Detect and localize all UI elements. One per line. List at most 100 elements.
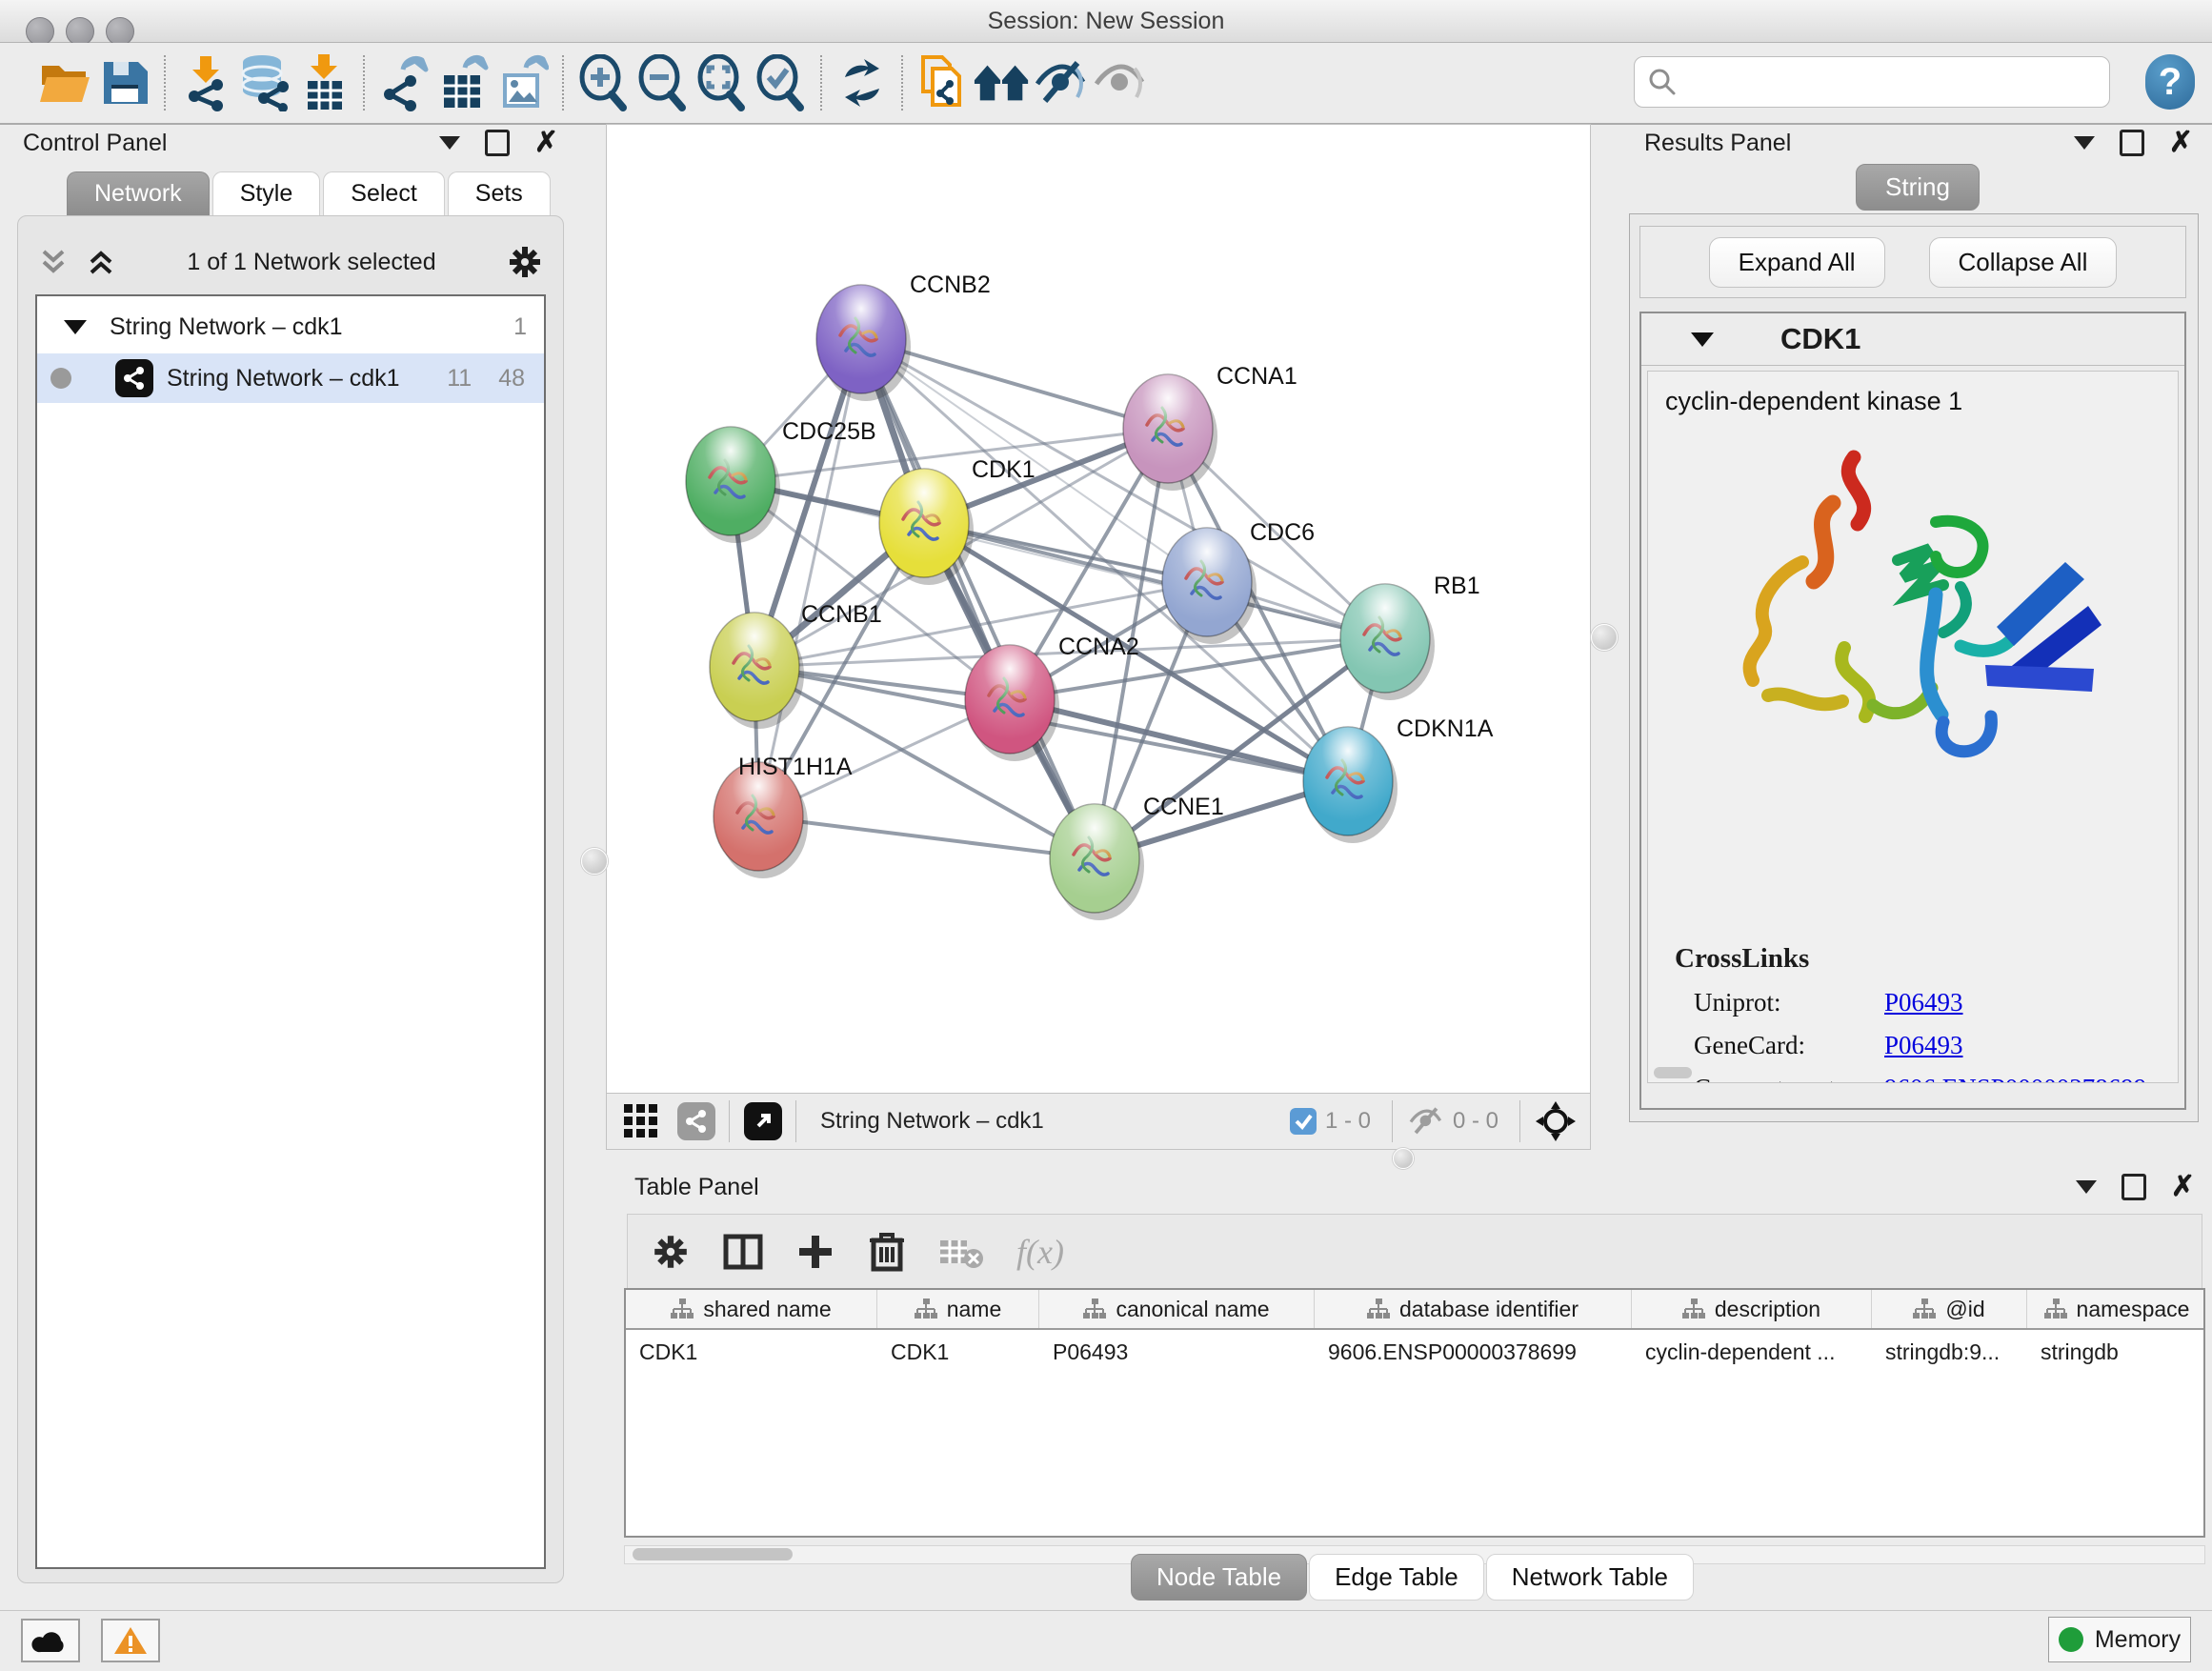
column-header-canonical-name[interactable]: canonical name: [1039, 1290, 1315, 1328]
delete-column-icon[interactable]: [868, 1231, 906, 1273]
tab-network[interactable]: Network: [67, 171, 210, 217]
close-table-icon[interactable]: ✗: [2171, 1178, 2195, 1197]
network-node-ccnb1[interactable]: CCNB1: [710, 601, 882, 729]
right-splitter-handle[interactable]: [1591, 624, 1618, 651]
search-input[interactable]: [1677, 68, 2109, 96]
zoom-out-button[interactable]: [633, 53, 693, 112]
network-node-ccnb2[interactable]: CCNB2: [816, 272, 991, 401]
import-network-file-button[interactable]: [176, 53, 235, 112]
export-network-button[interactable]: [375, 53, 434, 112]
network-node-rb1[interactable]: RB1: [1340, 573, 1480, 700]
show-columns-icon[interactable]: [723, 1232, 763, 1272]
string-tab[interactable]: String: [1856, 164, 1980, 211]
crosslink-link[interactable]: P06493: [1884, 988, 1963, 1017]
column-header-name[interactable]: name: [877, 1290, 1039, 1328]
tab-style[interactable]: Style: [212, 171, 321, 217]
hide-selected-button[interactable]: [1032, 53, 1091, 112]
cloud-status-button[interactable]: [21, 1619, 80, 1662]
birdseye-crosshair-icon[interactable]: [1535, 1100, 1577, 1142]
column-header-shared-name[interactable]: shared name: [626, 1290, 877, 1328]
network-edge[interactable]: [758, 816, 1095, 858]
table-cell[interactable]: stringdb:9...: [1872, 1330, 2027, 1374]
left-splitter-handle[interactable]: [581, 848, 608, 875]
grid-view-icon[interactable]: [622, 1102, 660, 1140]
gene-entry: CDK1 cyclin-dependent kinase 1: [1639, 312, 2186, 1110]
bottom-splitter-handle[interactable]: [1393, 1148, 1414, 1169]
help-button[interactable]: ?: [2145, 54, 2195, 110]
expand-all-icon[interactable]: [85, 246, 117, 278]
table-row[interactable]: CDK1CDK1P064939606.ENSP00000378699cyclin…: [626, 1330, 2203, 1374]
collapse-entry-icon[interactable]: [1691, 332, 1714, 347]
import-table-file-button[interactable]: [294, 53, 353, 112]
apply-layout-button[interactable]: [833, 53, 892, 112]
title-bar: Session: New Session: [0, 0, 2212, 43]
gear-icon[interactable]: [506, 243, 544, 281]
zoom-selected-button[interactable]: [752, 53, 811, 112]
node-table[interactable]: shared namenamecanonical namedatabase id…: [624, 1288, 2205, 1538]
column-header--id[interactable]: @id: [1872, 1290, 2027, 1328]
table-cell[interactable]: stringdb: [2027, 1330, 2205, 1374]
table-cell[interactable]: 9606.ENSP00000378699: [1315, 1330, 1632, 1374]
tab-edge-table[interactable]: Edge Table: [1309, 1554, 1484, 1601]
dock-table-icon[interactable]: [2122, 1174, 2146, 1200]
network-collection-row[interactable]: String Network – cdk1 1: [37, 302, 544, 352]
network-row-selected[interactable]: String Network – cdk1 11 48: [37, 353, 544, 403]
import-network-icon: [179, 54, 232, 111]
tab-select[interactable]: Select: [323, 171, 444, 217]
show-all-button[interactable]: [1091, 53, 1150, 112]
column-header-database-identifier[interactable]: database identifier: [1315, 1290, 1632, 1328]
dock-panel-icon[interactable]: [485, 130, 510, 156]
table-gear-icon[interactable]: [651, 1232, 691, 1272]
export-image-button[interactable]: [493, 53, 553, 112]
tab-network-table[interactable]: Network Table: [1486, 1554, 1694, 1601]
gene-symbol: CDK1: [1780, 322, 1860, 356]
save-session-button[interactable]: [95, 53, 154, 112]
network-node-cdkn1a[interactable]: CDKN1A: [1303, 715, 1494, 843]
table-cell[interactable]: CDK1: [877, 1330, 1039, 1374]
warnings-button[interactable]: [101, 1619, 160, 1662]
clone-network-button[interactable]: [914, 53, 973, 112]
float-table-icon[interactable]: [2076, 1180, 2097, 1194]
first-neighbors-button[interactable]: [973, 53, 1032, 112]
open-session-button[interactable]: [36, 53, 95, 112]
network-node-cdc6[interactable]: CDC6: [1162, 519, 1315, 644]
float-panel-icon[interactable]: [439, 136, 460, 150]
network-edge[interactable]: [861, 339, 1095, 858]
column-header-description[interactable]: description: [1632, 1290, 1872, 1328]
float-results-icon[interactable]: [2074, 136, 2095, 150]
close-panel-icon[interactable]: ✗: [534, 133, 558, 152]
close-results-icon[interactable]: ✗: [2169, 133, 2193, 152]
zoom-fit-button[interactable]: [693, 53, 752, 112]
expand-all-button[interactable]: Expand All: [1709, 237, 1885, 288]
collapse-all-icon[interactable]: [37, 246, 70, 278]
crosslink-link[interactable]: 9606.ENSP00000378699: [1884, 1074, 2146, 1083]
import-network-database-button[interactable]: [235, 53, 294, 112]
crosslink-link[interactable]: P06493: [1884, 1031, 1963, 1060]
network-badge-icon[interactable]: [677, 1102, 715, 1140]
tab-sets[interactable]: Sets: [448, 171, 551, 217]
string-results-box: Expand All Collapse All CDK1 cyclin-depe…: [1629, 213, 2199, 1122]
selected-checkbox-icon[interactable]: [1289, 1107, 1317, 1136]
table-cell[interactable]: CDK1: [626, 1330, 877, 1374]
toolbar-search[interactable]: [1634, 56, 2110, 108]
network-canvas[interactable]: CCNB2CCNA1CDC25BCDK1CDC6RB1CCNB1CCNA2CDK…: [606, 124, 1591, 1094]
memory-button[interactable]: Memory: [2048, 1617, 2191, 1662]
table-cell[interactable]: cyclin-dependent ...: [1632, 1330, 1872, 1374]
network-edge[interactable]: [758, 339, 861, 816]
export-view-icon[interactable]: [744, 1102, 782, 1140]
add-column-icon[interactable]: [795, 1232, 835, 1272]
network-node-ccne1[interactable]: CCNE1: [1050, 794, 1224, 920]
export-table-button[interactable]: [434, 53, 493, 112]
table-cell[interactable]: P06493: [1039, 1330, 1315, 1374]
zoom-in-button[interactable]: [574, 53, 633, 112]
results-scrollbar-thumb[interactable]: [1654, 1067, 1692, 1078]
column-header-namespace[interactable]: namespace: [2027, 1290, 2205, 1328]
dock-results-icon[interactable]: [2120, 130, 2144, 156]
collapse-collection-icon[interactable]: [64, 320, 87, 334]
network-node-cdk1[interactable]: CDK1: [879, 456, 1036, 585]
collapse-all-button[interactable]: Collapse All: [1929, 237, 2118, 288]
tab-node-table[interactable]: Node Table: [1131, 1554, 1307, 1601]
network-node-hist1h1a[interactable]: HIST1H1A: [714, 754, 853, 878]
network-node-cdc25b[interactable]: CDC25B: [686, 418, 876, 543]
table-hscrollbar-thumb[interactable]: [633, 1548, 793, 1560]
